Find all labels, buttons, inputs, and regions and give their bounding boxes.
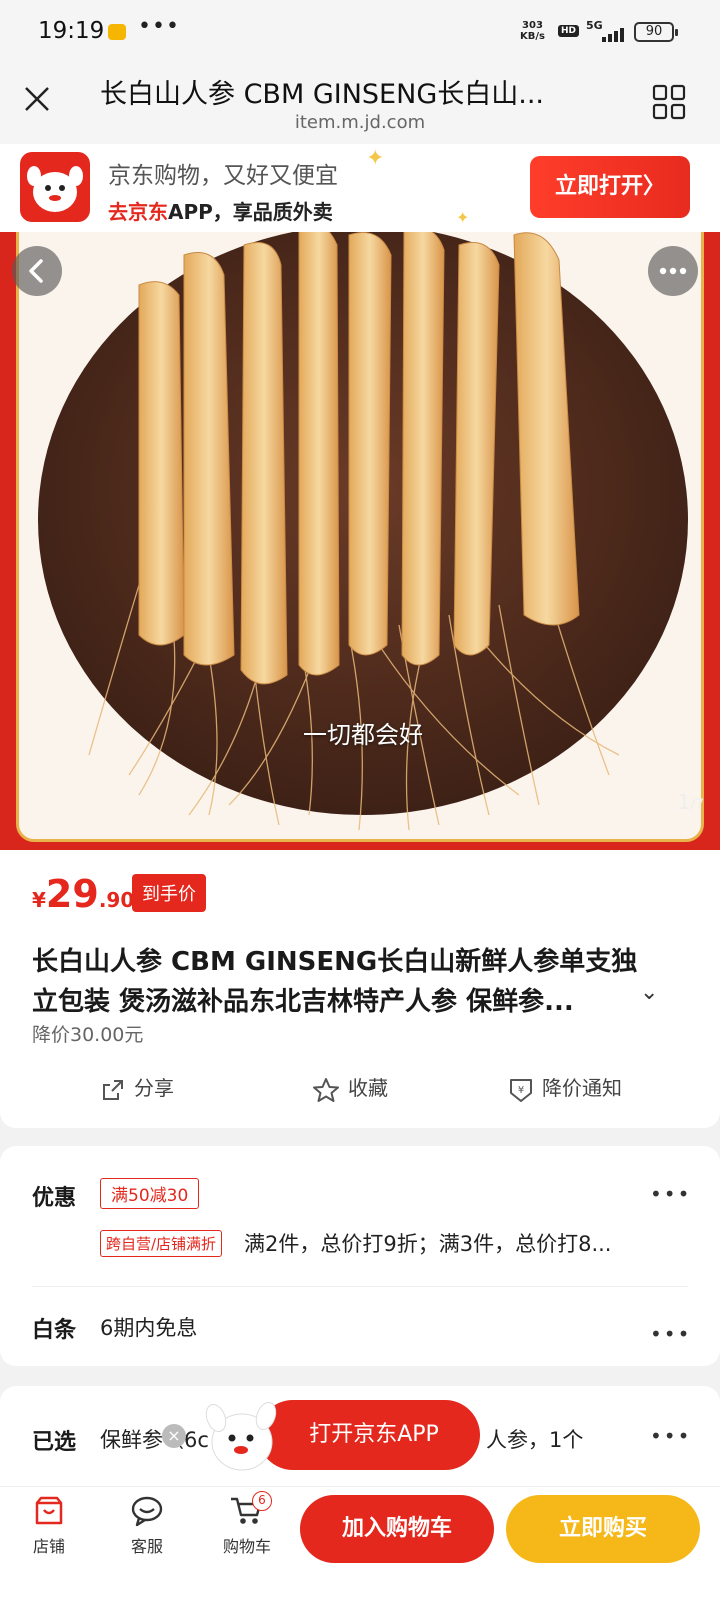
- selected-more-icon[interactable]: •••: [650, 1424, 691, 1448]
- image-caption: 一切都会好: [303, 721, 423, 749]
- price-drop-text: 降价30.00元: [32, 1024, 144, 1046]
- buy-now-button[interactable]: 立即购买: [506, 1495, 700, 1563]
- sparkle-icon: ✦: [366, 146, 385, 171]
- favorite-button[interactable]: 收藏: [312, 1072, 388, 1103]
- product-actions: 分享 收藏 ¥ 降价通知: [0, 1072, 720, 1112]
- promo-type-badge: 跨自营/店铺满折: [100, 1230, 223, 1257]
- chevron-left-icon: [29, 259, 43, 283]
- product-price: ¥29.90: [32, 872, 134, 916]
- banner-slogan: 京东购物，又好又便宜: [108, 163, 338, 189]
- cart-count-badge: 6: [252, 1491, 272, 1511]
- star-icon: [313, 1077, 339, 1102]
- favorite-label: 收藏: [348, 1076, 388, 1100]
- baitiao-more-icon[interactable]: •••: [650, 1322, 691, 1346]
- jd-logo-icon: [20, 152, 90, 222]
- promotion-card: 优惠 满50减30 ••• 跨自营/店铺满折 满2件，总价打9折；满3件，总价打…: [0, 1146, 720, 1366]
- coupon-badge[interactable]: 满50减30: [100, 1178, 200, 1209]
- floating-open-app-button[interactable]: 打开京东APP: [258, 1400, 480, 1470]
- price-alert-button[interactable]: ¥ 降价通知: [508, 1072, 622, 1103]
- browser-title-bar: 长白山人参 CBM GINSENG长白山... item.m.jd.com: [0, 62, 720, 144]
- price-currency: ¥: [32, 888, 46, 912]
- page-title: 长白山人参 CBM GINSENG长白山...: [100, 79, 544, 110]
- hd-badge: HD: [558, 25, 580, 37]
- price-decimal: .90: [98, 888, 135, 912]
- status-more-dots: •••: [138, 14, 180, 39]
- cart-label: 购物车: [222, 1537, 271, 1556]
- selected-label: 已选: [32, 1430, 77, 1455]
- selected-spec-text-end: 人参，1个: [486, 1428, 584, 1452]
- status-time: 19:19: [38, 18, 105, 44]
- grid-menu-icon[interactable]: [652, 84, 686, 120]
- price-tag-icon: ¥: [510, 1078, 532, 1102]
- back-button[interactable]: [12, 246, 62, 296]
- more-button[interactable]: [648, 246, 698, 296]
- net-speed: 303 KB/s: [520, 20, 545, 42]
- promo-more-icon[interactable]: •••: [650, 1182, 691, 1206]
- share-icon: [103, 1079, 123, 1100]
- net-speed-unit: KB/s: [520, 31, 545, 42]
- battery-level: 90: [645, 24, 663, 39]
- net-speed-value: 303: [522, 20, 543, 31]
- add-to-cart-button[interactable]: 加入购物车: [300, 1495, 494, 1563]
- product-image-carousel[interactable]: 一切都会好 1/7: [0, 232, 720, 850]
- page-current: 1: [677, 790, 691, 814]
- baitiao-text: 6期内免息: [100, 1316, 198, 1340]
- product-title: 长白山人参 CBM GINSENG长白山新鲜人参单支独 立包装 煲汤滋补品东北吉…: [32, 942, 672, 1022]
- price-alert-label: 降价通知: [542, 1076, 622, 1100]
- svg-text:¥: ¥: [518, 1085, 524, 1096]
- cart-tab[interactable]: 6 购物车: [212, 1491, 282, 1557]
- divider: [32, 1286, 688, 1287]
- chevron-down-icon[interactable]: ⌄: [640, 980, 658, 1005]
- final-price-badge: 到手价: [132, 874, 206, 912]
- battery-icon: 90: [634, 22, 678, 42]
- notification-app-icon: [108, 24, 126, 40]
- chevron-right-icon: 〉: [643, 174, 666, 199]
- service-label: 客服: [130, 1537, 163, 1556]
- selected-spec-text: 保鲜参（6c: [100, 1428, 209, 1452]
- open-app-button-label: 立即打开: [554, 174, 643, 199]
- more-dots-icon: [659, 267, 687, 275]
- price-integer: 29: [45, 872, 99, 916]
- chat-icon: [131, 1496, 163, 1527]
- bottom-action-bar: 店铺 客服 6 购物车 加入购物车 立即购买: [0, 1486, 720, 1600]
- shop-label: 店铺: [32, 1537, 65, 1556]
- open-app-button[interactable]: 立即打开〉: [530, 156, 690, 218]
- product-title-line2: 立包装 煲汤滋补品东北吉林特产人参 保鲜参...: [32, 987, 574, 1017]
- sparkle-icon: ✦: [456, 208, 470, 227]
- page-url: item.m.jd.com: [294, 112, 426, 133]
- status-bar: 19:19 ••• 303 KB/s HD 5G 90: [0, 0, 720, 62]
- baitiao-label: 白条: [32, 1318, 77, 1343]
- promo-label: 优惠: [32, 1186, 77, 1211]
- product-title-line1: 长白山人参 CBM GINSENG长白山新鲜人参单支独: [32, 947, 638, 977]
- promo-description: 满2件，总价打9折；满3件，总价打8...: [244, 1232, 612, 1256]
- product-image: 一切都会好: [16, 232, 704, 842]
- app-download-banner[interactable]: 京东购物，又好又便宜 去京东APP，享品质外卖 ✦ ✦ 立即打开〉: [0, 144, 720, 232]
- close-floating-icon[interactable]: ×: [162, 1424, 186, 1448]
- page-total: /7: [690, 797, 704, 813]
- signal-icon: [590, 28, 626, 42]
- shop-icon: [35, 1496, 63, 1525]
- jd-mascot-icon: [205, 1401, 277, 1471]
- banner-subtitle-highlight: 去京东: [108, 200, 168, 224]
- close-icon[interactable]: [22, 84, 52, 114]
- banner-subtitle-rest: APP，享品质外卖: [168, 200, 333, 224]
- share-label: 分享: [134, 1076, 174, 1100]
- banner-subtitle: 去京东APP，享品质外卖: [108, 196, 333, 225]
- share-button[interactable]: 分享: [100, 1072, 174, 1103]
- shop-tab[interactable]: 店铺: [14, 1495, 84, 1557]
- product-info-card: ¥29.90 到手价 长白山人参 CBM GINSENG长白山新鲜人参单支独 立…: [0, 850, 720, 1128]
- customer-service-tab[interactable]: 客服: [112, 1495, 182, 1557]
- image-page-indicator: 1/7: [678, 790, 704, 814]
